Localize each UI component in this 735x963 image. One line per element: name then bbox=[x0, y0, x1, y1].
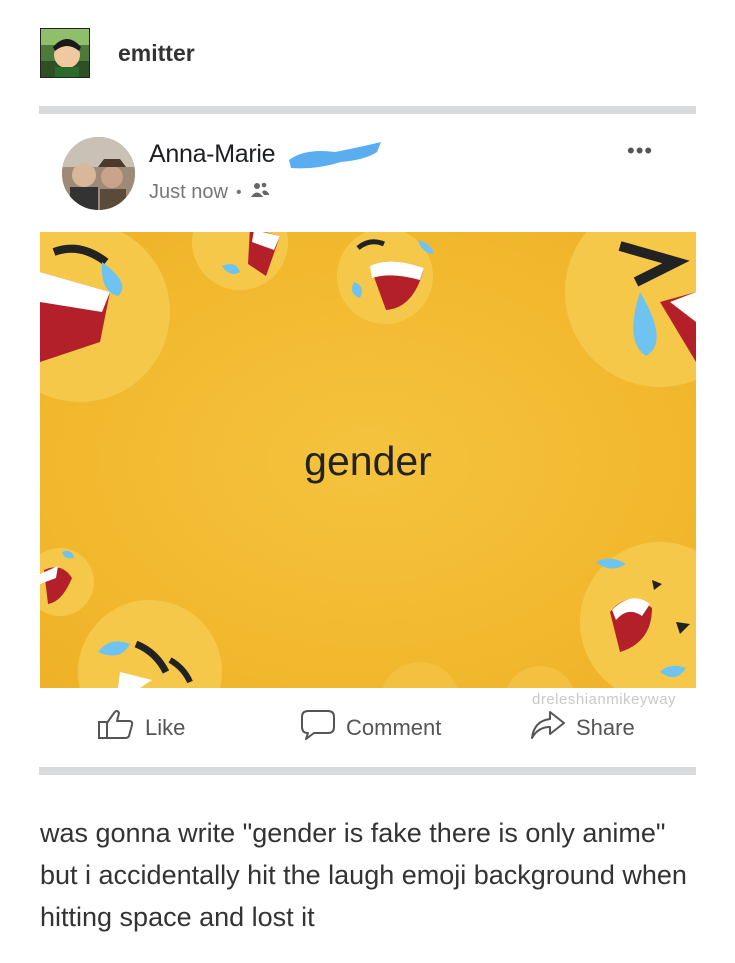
share-button[interactable]: Share bbox=[530, 709, 635, 747]
more-options-button[interactable]: ••• bbox=[627, 140, 653, 162]
author-avatar[interactable] bbox=[62, 137, 135, 210]
tumblr-post-header: emitter bbox=[40, 28, 195, 78]
share-label: Share bbox=[576, 715, 635, 740]
post-meta: Just now • bbox=[149, 181, 270, 204]
meta-separator: • bbox=[235, 183, 242, 201]
comment-button[interactable]: Comment bbox=[300, 709, 441, 747]
comment-label: Comment bbox=[346, 715, 442, 740]
post-background-image: gender bbox=[40, 232, 696, 688]
bottom-divider bbox=[39, 767, 696, 775]
post-caption: was gonna write "gender is fake there is… bbox=[40, 818, 687, 932]
audience-friends-icon[interactable] bbox=[250, 181, 270, 204]
like-button[interactable]: Like bbox=[97, 709, 185, 747]
blog-avatar[interactable] bbox=[40, 28, 90, 78]
redaction-scribble bbox=[285, 138, 385, 172]
post-actions-bar: dreleshianmikeyway Like Comment Share bbox=[0, 691, 735, 751]
top-divider bbox=[39, 106, 696, 114]
blog-name[interactable]: emitter bbox=[118, 40, 195, 67]
share-arrow-icon bbox=[530, 709, 566, 747]
comment-bubble-icon bbox=[300, 709, 336, 747]
like-label: Like bbox=[145, 715, 186, 740]
watermark: dreleshianmikeyway bbox=[532, 691, 677, 708]
author-name[interactable]: Anna-Marie bbox=[149, 140, 276, 169]
post-background-text: gender bbox=[304, 438, 432, 484]
thumbs-up-icon bbox=[97, 709, 135, 747]
post-time[interactable]: Just now bbox=[149, 181, 228, 204]
